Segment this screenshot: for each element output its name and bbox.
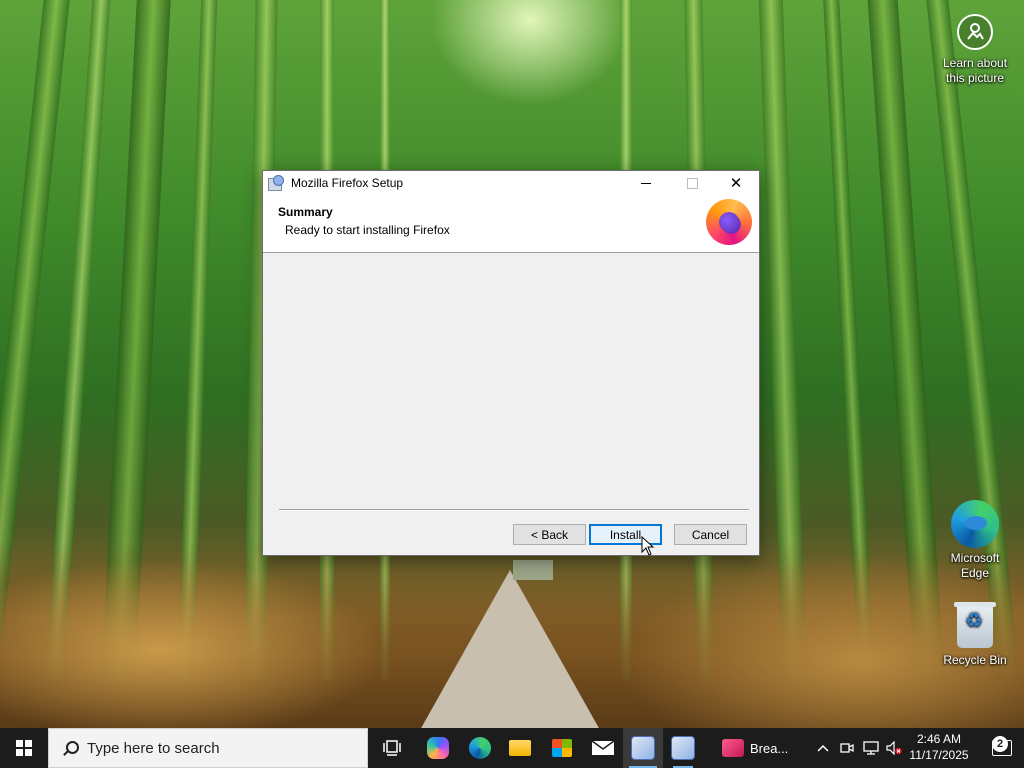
edge-icon: [951, 500, 999, 548]
cancel-button[interactable]: Cancel: [674, 524, 747, 545]
desktop-icon-edge[interactable]: Microsoft Edge: [935, 500, 1015, 581]
search-placeholder: Type here to search: [87, 739, 220, 757]
desktop-icon-label: Microsoft Edge: [950, 551, 1000, 580]
wizard-header: Summary Ready to start installing Firefo…: [263, 195, 759, 253]
folder-icon: [509, 740, 531, 756]
taskbar-edge[interactable]: [460, 728, 500, 768]
camera-icon: [840, 743, 854, 753]
break-app-icon: [722, 739, 744, 757]
volume-muted-icon: [886, 741, 902, 755]
minimize-icon: [641, 182, 651, 184]
copilot-icon: [427, 737, 449, 759]
taskbar: Type here to search Brea... 2:46 AM 11/1…: [0, 728, 1024, 768]
page-title: Summary: [278, 205, 333, 219]
tray-meet-now[interactable]: [836, 728, 858, 768]
edge-icon: [469, 737, 491, 759]
installer-icon: [671, 736, 695, 760]
windows-icon: [16, 740, 32, 756]
clock-time: 2:46 AM: [916, 732, 962, 746]
taskbar-task-view[interactable]: [372, 728, 412, 768]
taskbar-file-explorer[interactable]: [500, 728, 540, 768]
clock-date: 11/17/2025: [909, 748, 969, 762]
mail-icon: [591, 740, 615, 755]
notifications-button[interactable]: 2: [980, 728, 1024, 768]
divider: [279, 509, 749, 511]
chevron-up-icon: [817, 744, 829, 752]
wizard-content: [263, 253, 759, 511]
learn-about-label: Learn about this picture: [942, 56, 1008, 85]
close-icon: ✕: [729, 174, 743, 192]
setup-window: Mozilla Firefox Setup ✕ Summary Ready to…: [262, 170, 760, 556]
taskbar-app-label: Brea...: [750, 740, 789, 756]
store-icon: [552, 739, 572, 757]
taskbar-setup-1[interactable]: [623, 728, 663, 768]
camera-icon: [957, 14, 993, 50]
taskbar-store[interactable]: [542, 728, 582, 768]
taskbar-break-app[interactable]: Brea...: [714, 728, 804, 768]
learn-about-picture[interactable]: Learn about this picture: [935, 14, 1015, 86]
desktop-icon-recycle-bin[interactable]: Recycle Bin: [935, 602, 1015, 668]
desktop-icon-label: Recycle Bin: [943, 653, 1007, 667]
search-box[interactable]: Type here to search: [48, 728, 368, 768]
taskbar-copilot[interactable]: [418, 728, 458, 768]
notification-badge: 2: [992, 736, 1008, 752]
maximize-icon: [686, 177, 698, 189]
firefox-logo-icon: [706, 199, 752, 245]
network-icon: [863, 741, 879, 755]
page-subtitle: Ready to start installing Firefox: [285, 223, 450, 237]
taskbar-mail[interactable]: [583, 728, 623, 768]
close-button[interactable]: ✕: [713, 171, 759, 195]
installer-icon: [267, 175, 284, 191]
start-button[interactable]: [0, 728, 48, 768]
maximize-button: [669, 171, 715, 195]
clock[interactable]: 2:46 AM 11/17/2025: [904, 731, 974, 763]
task-view-icon: [383, 740, 401, 756]
installer-icon: [631, 736, 655, 760]
recycle-bin-icon: [954, 602, 996, 648]
show-hidden-icons-button[interactable]: [812, 728, 834, 768]
tray-volume[interactable]: [883, 728, 905, 768]
minimize-button[interactable]: [623, 171, 669, 195]
search-icon: [63, 741, 79, 755]
title-bar[interactable]: Mozilla Firefox Setup ✕: [263, 171, 759, 195]
tray-network[interactable]: [860, 728, 882, 768]
window-title: Mozilla Firefox Setup: [291, 176, 404, 190]
taskbar-setup-2[interactable]: [663, 728, 703, 768]
back-button[interactable]: < Back: [513, 524, 586, 545]
